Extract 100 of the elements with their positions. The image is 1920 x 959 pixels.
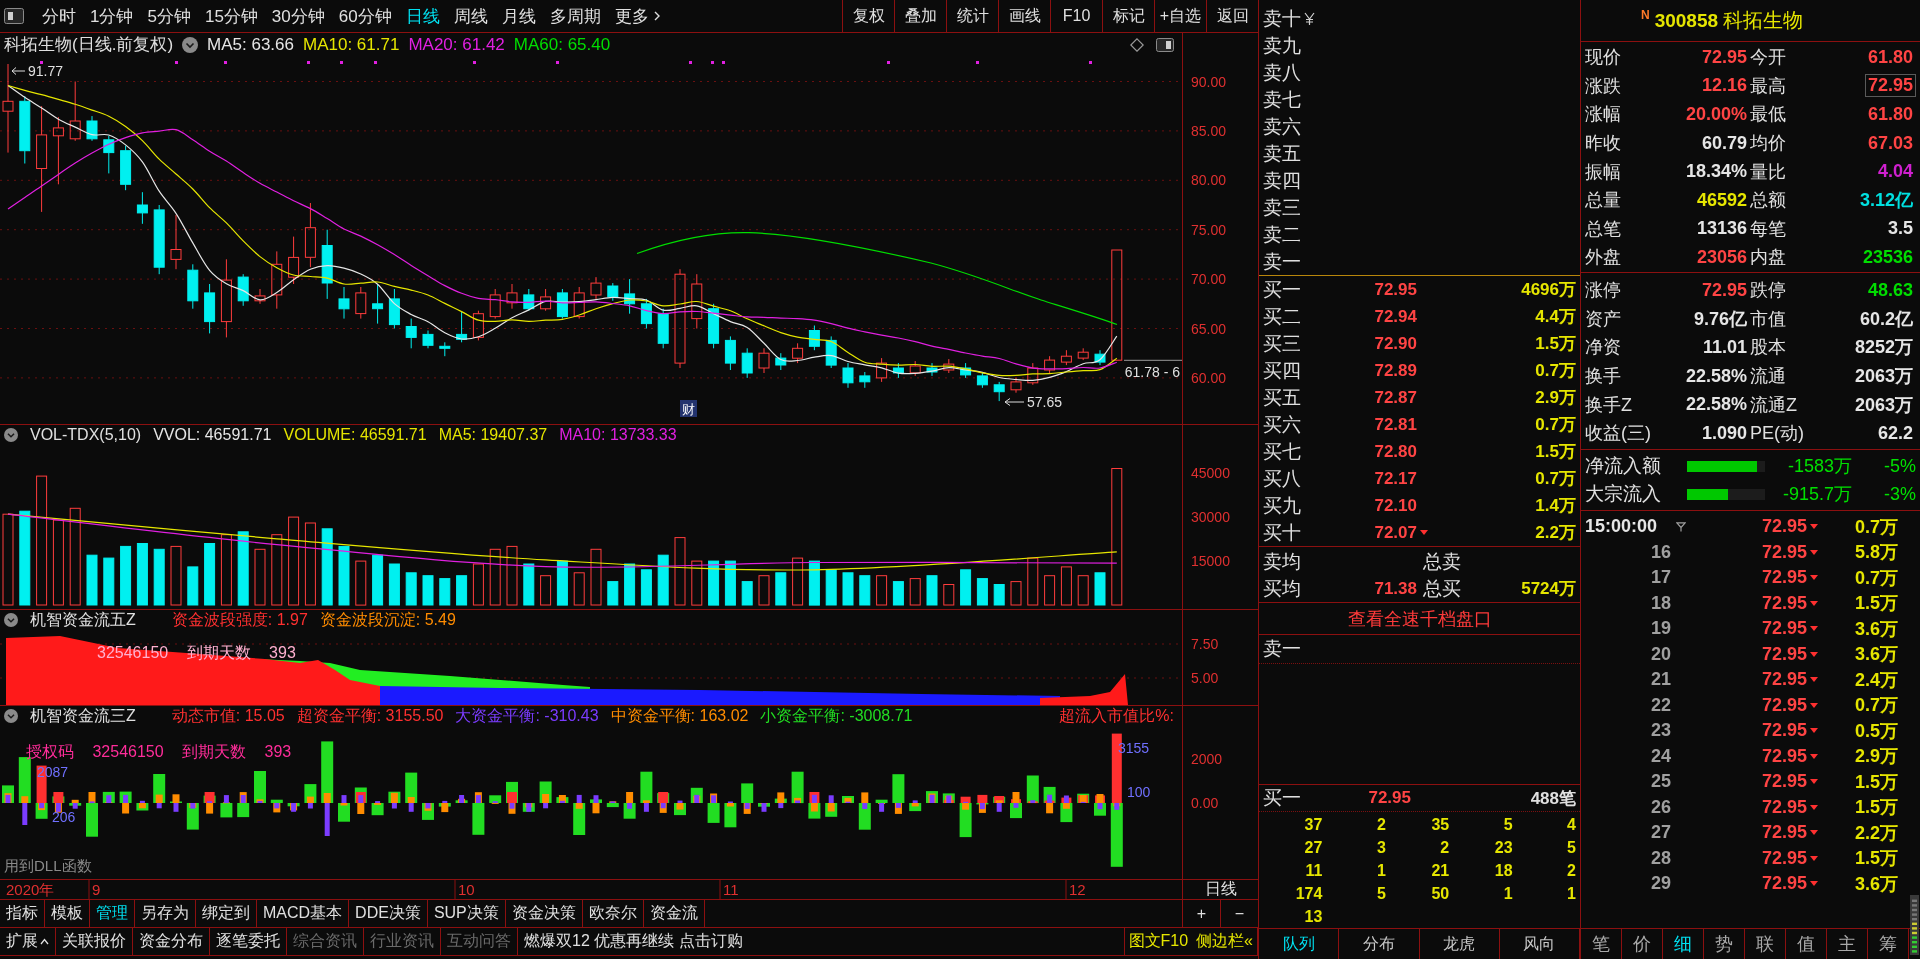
queue-count: 488笔 (1530, 787, 1576, 810)
nav-link[interactable]: 资金分布 (133, 928, 210, 955)
high-price-label: 91.77 (28, 63, 64, 79)
tick-volume: 2.2万 (1854, 821, 1898, 845)
quote-label: 每笔 (1750, 217, 1787, 241)
toolbar-button[interactable]: F10 (1050, 0, 1102, 32)
nav-link[interactable]: 关联报价 (56, 928, 133, 955)
detail-tab[interactable]: 主 (1827, 929, 1868, 959)
toolbar-button[interactable]: 标记 (1102, 0, 1154, 32)
tick-volume: 1.5万 (1854, 592, 1898, 616)
toolbar-tab[interactable]: 绑定到 (196, 900, 257, 927)
bid-label: 买十 (1263, 520, 1302, 545)
bid-label: 买三 (1263, 331, 1302, 356)
book-tab[interactable]: 分布 (1339, 929, 1420, 959)
detail-tab[interactable]: 联 (1745, 929, 1786, 959)
ask-label: 卖六 (1263, 114, 1301, 139)
side-link[interactable]: 侧边栏« (1192, 928, 1257, 955)
tick-volume: 0.7万 (1854, 515, 1898, 539)
detail-tab[interactable]: 势 (1704, 929, 1745, 959)
nav-link[interactable]: 扩展 (0, 928, 56, 955)
dropdown-icon[interactable] (4, 709, 18, 723)
toolbar-tab[interactable]: 模板 (45, 900, 90, 927)
toolbar-button[interactable]: 画线 (998, 0, 1050, 32)
book-tab[interactable]: 龙虎 (1419, 929, 1500, 959)
flow-amount: -915.7万 (1782, 483, 1852, 506)
quote-label: 收益(三) (1585, 422, 1652, 446)
period-tab[interactable]: 15分钟 (197, 0, 265, 32)
period-tab[interactable]: 60分钟 (331, 0, 399, 32)
book-tab[interactable]: 队列 (1259, 929, 1340, 959)
quote-label: 涨跌 (1585, 74, 1622, 98)
promo-link[interactable]: 燃爆双12 优惠再继续 点击订购 (518, 928, 749, 955)
toolbar-tab[interactable]: DDE决策 (349, 900, 428, 927)
zoom-button[interactable]: + (1183, 900, 1220, 927)
flow-percent: -5% (1884, 455, 1916, 477)
zoom-button[interactable]: − (1220, 900, 1258, 927)
detail-tab[interactable]: 笔 (1581, 929, 1622, 959)
toolbar-tab[interactable]: 管理 (90, 900, 135, 927)
side-link[interactable]: 图文F10 (1124, 928, 1193, 955)
period-tab[interactable]: 1分钟 (83, 0, 141, 32)
summary-label: 总卖 (1422, 549, 1462, 574)
bid-label: 买四 (1263, 358, 1302, 383)
tick-volume: 1.5万 (1854, 847, 1898, 871)
diamond-icon[interactable] (1130, 37, 1144, 52)
toolbar-tab[interactable]: 欧奈尔 (582, 900, 644, 927)
queue-cell: 5 (1503, 815, 1513, 834)
bid-price: 72.80 (1374, 441, 1417, 462)
bid-volume: 0.7万 (1535, 414, 1576, 436)
queue-cell: 23 (1494, 838, 1513, 857)
detail-tab[interactable]: 价 (1622, 929, 1663, 959)
axis-label: 30000 (1191, 509, 1230, 526)
toolbar-button[interactable]: +自选 (1154, 0, 1206, 32)
period-tab[interactable]: 周线 (446, 0, 495, 32)
depth-link[interactable]: 查看全速千档盘口 (1347, 606, 1492, 631)
year-label: 2020年 (6, 881, 55, 898)
toolbar-tab[interactable]: SUP决策 (427, 900, 506, 927)
queue-cell: 174 (1295, 884, 1323, 903)
bid-price: 72.95 (1374, 279, 1417, 300)
dropdown-icon[interactable] (4, 428, 18, 442)
toolbar-button[interactable]: 复权 (842, 0, 894, 32)
toolbar-tab[interactable]: MACD基本 (257, 900, 350, 927)
quote-label: 换手 (1585, 365, 1622, 389)
tick-price: 72.95 (1761, 567, 1807, 589)
period-tab[interactable]: 5分钟 (140, 0, 198, 32)
period-tab[interactable]: 月线 (494, 0, 543, 32)
period-tab[interactable]: 日线 (398, 0, 447, 32)
tick-volume: 5.8万 (1854, 541, 1898, 565)
axis-label: 5.00 (1191, 670, 1219, 686)
quote-value: 23536 (1861, 245, 1914, 269)
book-tab[interactable]: 风向 (1499, 929, 1580, 959)
tick-time: 21 (1650, 669, 1671, 691)
dropdown-icon[interactable] (4, 613, 18, 627)
panel-toggle-icon[interactable] (1156, 37, 1174, 52)
period-tab[interactable]: 30分钟 (264, 0, 332, 32)
toolbar-tab[interactable]: 指标 (0, 900, 45, 927)
ask-label: 卖七 (1263, 87, 1301, 112)
quote-label: 市值 (1750, 307, 1787, 331)
indicator-value: 资金波段沉淀: 5.49 (319, 610, 456, 630)
quote-value: 60.2亿 (1858, 307, 1914, 331)
toolbar-button[interactable]: 统计 (946, 0, 998, 32)
ma-value: MA60: 65.40 (513, 34, 611, 55)
panel-toggle-icon[interactable] (4, 8, 24, 24)
dropdown-icon[interactable] (182, 36, 199, 53)
quote-value: 20.00% (1684, 103, 1748, 126)
dll-note: 用到DLL函数 (4, 857, 92, 874)
filter-icon[interactable] (1676, 521, 1686, 532)
toolbar-tab[interactable]: 另存为 (135, 900, 196, 927)
detail-tab[interactable]: 细 (1663, 929, 1704, 959)
period-tab[interactable]: 分时 (35, 0, 83, 32)
detail-tab[interactable]: 值 (1786, 929, 1827, 959)
quote-label: 现价 (1585, 46, 1622, 70)
toolbar-button[interactable]: 叠加 (894, 0, 946, 32)
toolbar-tab[interactable]: 资金流 (643, 900, 705, 927)
period-tab[interactable]: 多周期 (542, 0, 608, 32)
event-badge[interactable]: 财 (680, 400, 697, 417)
period-tab[interactable]: 更多 (607, 0, 667, 32)
summary-label: 买均 (1263, 576, 1302, 601)
toolbar-button[interactable]: 返回 (1206, 0, 1258, 32)
detail-tab[interactable]: 筹 (1868, 929, 1909, 959)
toolbar-tab[interactable]: 资金决策 (505, 900, 583, 927)
nav-link[interactable]: 逐笔委托 (210, 928, 287, 955)
